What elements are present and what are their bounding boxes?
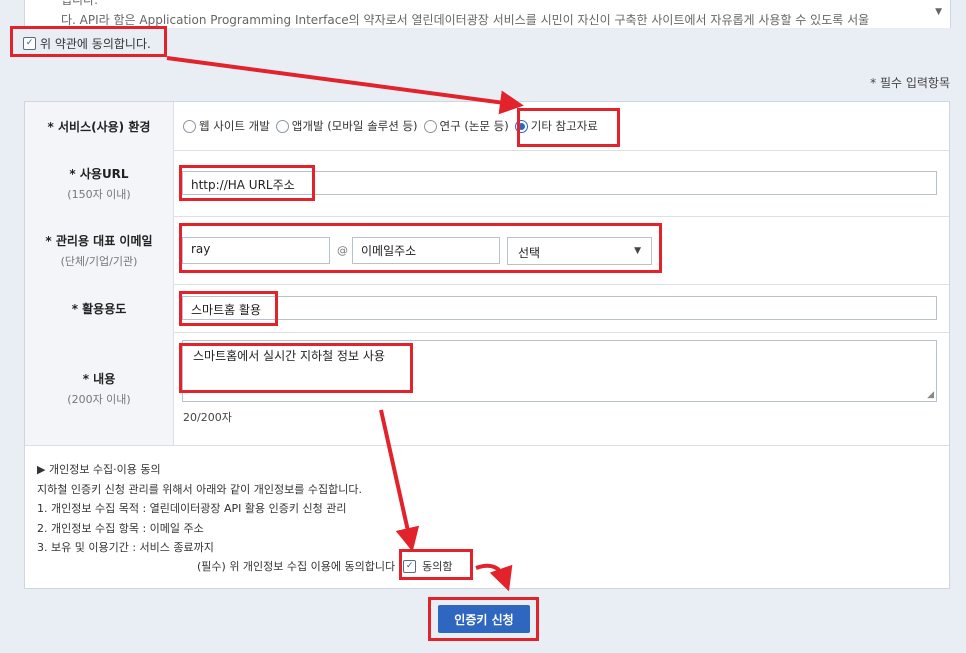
terms-box: 됩니다. 다. API라 함은 Application Programming … bbox=[24, 0, 951, 28]
application-form: * 서비스(사용) 환경 웹 사이트 개발 앱개발 (모바일 솔루션 등) 연구… bbox=[24, 101, 950, 589]
url-label: * 사용URL bbox=[69, 166, 129, 181]
radio-icon[interactable] bbox=[183, 119, 196, 133]
label-cell: * 활용용도 bbox=[25, 284, 174, 332]
required-note: * 필수 입력항목 bbox=[870, 76, 950, 90]
email-sublabel: (단체/기업/기관) bbox=[60, 254, 138, 268]
scroll-down-icon[interactable]: ▼ bbox=[935, 7, 942, 17]
label-cell: * 사용URL (150자 이내) bbox=[25, 150, 174, 216]
content-textarea[interactable]: 스마트홈에서 실시간 지하철 정보 사용 ◢ bbox=[182, 340, 937, 402]
radio-web-dev[interactable]: 웹 사이트 개발 bbox=[183, 118, 270, 134]
content-sublabel: (200자 이내) bbox=[67, 393, 131, 406]
privacy-line: 1. 개인정보 수집 목적 : 열린데이터광장 API 활용 인증키 신청 관리 bbox=[37, 502, 347, 515]
content-label: * 내용 bbox=[82, 372, 116, 386]
email-domain-input[interactable]: 이메일주소 bbox=[352, 237, 500, 264]
row-service-env: * 서비스(사용) 환경 웹 사이트 개발 앱개발 (모바일 솔루션 등) 연구… bbox=[25, 102, 949, 151]
service-env-radios: 웹 사이트 개발 앱개발 (모바일 솔루션 등) 연구 (논문 등) 기타 참고… bbox=[183, 102, 604, 150]
label-cell: * 내용 (200자 이내) bbox=[25, 332, 174, 445]
char-count: 20/200자 bbox=[183, 411, 232, 424]
privacy-agree-checkbox[interactable]: ✓ bbox=[403, 559, 417, 573]
radio-label: 기타 참고자료 bbox=[530, 119, 598, 133]
privacy-agree-label[interactable]: 동의함 bbox=[422, 558, 452, 574]
radio-label: 연구 (논문 등) bbox=[439, 119, 509, 133]
usage-label: * 활용용도 bbox=[71, 301, 127, 316]
radio-app-dev[interactable]: 앱개발 (모바일 솔루션 등) bbox=[275, 118, 418, 134]
email-label: * 관리용 대표 이메일 bbox=[45, 233, 153, 248]
radio-label: 웹 사이트 개발 bbox=[199, 119, 270, 133]
terms-text: 됩니다. bbox=[61, 0, 98, 7]
privacy-consent: ▶ 개인정보 수집·이용 동의 지하철 인증키 신청 관리를 위해서 아래와 같… bbox=[37, 460, 362, 558]
radio-research[interactable]: 연구 (논문 등) bbox=[423, 118, 509, 134]
arrow-icon bbox=[166, 56, 524, 115]
terms-agree-checkbox[interactable]: ✓ 위 약관에 동의합니다. bbox=[23, 33, 151, 53]
radio-icon[interactable] bbox=[423, 119, 437, 133]
label-cell: * 서비스(사용) 환경 bbox=[25, 102, 174, 150]
privacy-header: ▶ 개인정보 수집·이용 동의 bbox=[37, 463, 161, 476]
privacy-line: 3. 보유 및 이용기간 : 서비스 종료까지 bbox=[37, 541, 214, 554]
service-env-label: * 서비스(사용) 환경 bbox=[47, 119, 151, 134]
at-sign: @ bbox=[337, 244, 348, 257]
email-domain-select[interactable]: 선택 ▼ bbox=[507, 237, 652, 265]
row-url: * 사용URL (150자 이내) http://HA URL주소 bbox=[25, 150, 949, 217]
privacy-agree-text: (필수) 위 개인정보 수집 이용에 동의합니다 bbox=[197, 560, 396, 573]
terms-agree-label: 위 약관에 동의합니다. bbox=[40, 36, 151, 51]
radio-selected-icon[interactable] bbox=[514, 119, 528, 133]
row-content: * 내용 (200자 이내) 스마트홈에서 실시간 지하철 정보 사용 ◢ 20… bbox=[25, 332, 949, 446]
row-email: * 관리용 대표 이메일 (단체/기업/기관) ray @ 이메일주소 선택 ▼ bbox=[25, 216, 949, 285]
label-cell: * 관리용 대표 이메일 (단체/기업/기관) bbox=[25, 216, 174, 284]
radio-label: 앱개발 (모바일 솔루션 등) bbox=[291, 119, 418, 133]
privacy-agree: (필수) 위 개인정보 수집 이용에 동의합니다 ✓ 동의함 bbox=[197, 558, 452, 574]
select-value: 선택 bbox=[518, 246, 541, 260]
radio-icon[interactable] bbox=[275, 119, 289, 133]
usage-input[interactable]: 스마트홈 활용 bbox=[182, 296, 937, 320]
url-input[interactable]: http://HA URL주소 bbox=[182, 171, 937, 195]
radio-other-reference[interactable]: 기타 참고자료 bbox=[514, 118, 598, 134]
row-usage: * 활용용도 스마트홈 활용 bbox=[25, 284, 949, 333]
checkmark-icon[interactable]: ✓ bbox=[23, 36, 36, 50]
dropdown-arrow-icon: ▼ bbox=[634, 246, 641, 256]
resize-handle-icon[interactable]: ◢ bbox=[927, 390, 934, 400]
submit-button[interactable]: 인증키 신청 bbox=[438, 605, 530, 633]
terms-text: 다. API라 함은 Application Programming Inter… bbox=[61, 13, 870, 27]
url-sublabel: (150자 이내) bbox=[67, 187, 131, 201]
email-local-input[interactable]: ray bbox=[182, 237, 330, 264]
content-value: 스마트홈에서 실시간 지하철 정보 사용 bbox=[193, 349, 385, 363]
privacy-line: 2. 개인정보 수집 항목 : 이메일 주소 bbox=[37, 521, 204, 535]
privacy-line: 지하철 인증키 신청 관리를 위해서 아래와 같이 개인정보를 수집합니다. bbox=[37, 482, 362, 496]
